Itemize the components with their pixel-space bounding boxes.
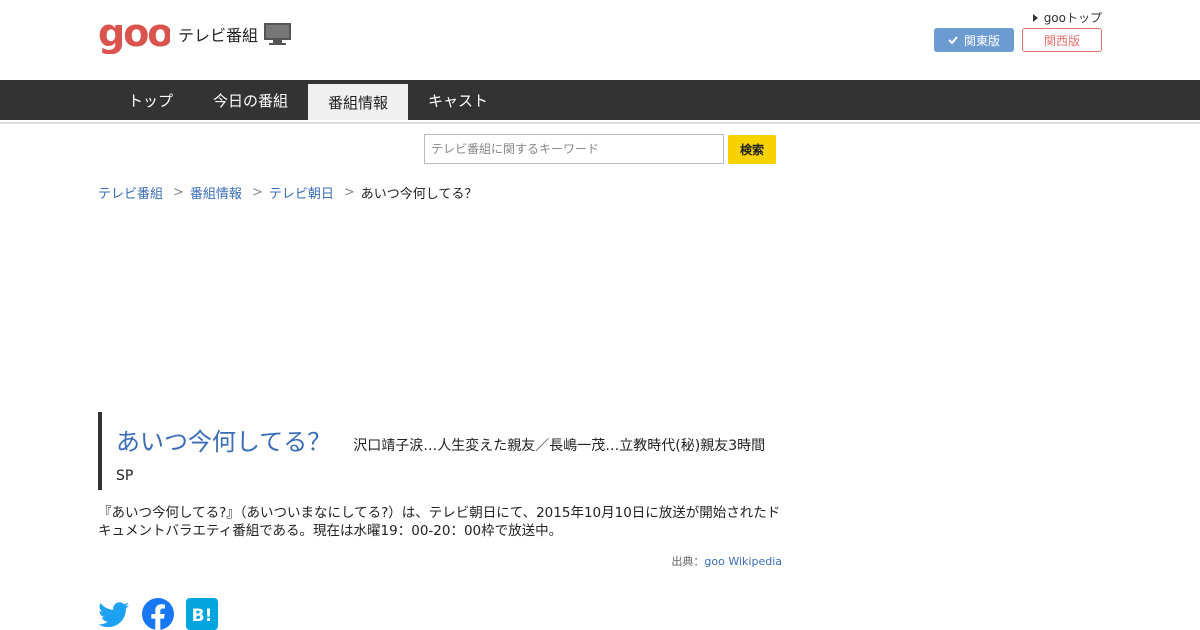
region-kanto-label: 関東版 <box>963 33 1000 48</box>
goo-logo[interactable]: goo <box>98 14 170 54</box>
breadcrumb-separator: > <box>173 185 184 200</box>
tab-top[interactable]: トップ <box>108 80 193 120</box>
tab-program-info[interactable]: 番組情報 <box>308 84 409 120</box>
site-name[interactable]: テレビ番組 <box>178 22 258 46</box>
search-bar: 検索 <box>424 134 776 164</box>
breadcrumb-program-info[interactable]: 番組情報 <box>190 183 242 202</box>
search-button[interactable]: 検索 <box>728 135 776 164</box>
svg-text:B!: B! <box>192 606 213 626</box>
breadcrumb-current: あいつ今何してる？ <box>360 187 478 202</box>
region-kansai-label: 関西版 <box>1043 33 1080 48</box>
hatena-bookmark-icon[interactable]: B! <box>186 598 218 630</box>
program-title-block: あいつ今何してる？ 沢口靖子涙…人生変えた親友／長嶋一茂…立教時代(秘)親友3時間… <box>98 412 782 490</box>
goo-top-label: gooトップ <box>1043 11 1102 25</box>
svg-text:goo: goo <box>98 14 170 54</box>
source-credit: 出典：goo Wikipedia <box>671 553 782 569</box>
goo-top-link[interactable]: gooトップ <box>1032 9 1102 26</box>
source-link[interactable]: goo Wikipedia <box>704 555 782 568</box>
tab-today[interactable]: 今日の番組 <box>193 80 308 120</box>
breadcrumb-separator: > <box>251 185 263 200</box>
nav-divider <box>0 122 1200 124</box>
header: goo テレビ番組 gooトップ 関東版 関西版 <box>0 0 1200 80</box>
tab-cast-label: キャスト <box>428 91 489 110</box>
social-share: B! <box>98 598 218 630</box>
tab-top-label: トップ <box>128 91 174 110</box>
facebook-icon[interactable] <box>142 598 174 630</box>
program-description: 『あいつ今何してる?』（あいついまなにしてる?）は、テレビ朝日にて、2015年1… <box>98 505 781 539</box>
tab-cast[interactable]: キャスト <box>408 80 508 120</box>
breadcrumb-tv-asahi[interactable]: テレビ朝日 <box>269 183 334 202</box>
tab-today-label: 今日の番組 <box>213 91 289 110</box>
program-title: あいつ今何してる？ <box>116 428 332 456</box>
region-kanto-button[interactable]: 関東版 <box>934 28 1014 52</box>
tab-program-info-label: 番組情報 <box>328 93 389 112</box>
tv-icon <box>264 23 291 45</box>
region-kansai-button[interactable]: 関西版 <box>1022 28 1102 52</box>
check-icon <box>948 36 958 45</box>
twitter-icon[interactable] <box>98 598 130 630</box>
breadcrumb-tv-program[interactable]: テレビ番組 <box>98 183 163 202</box>
search-input[interactable] <box>424 134 724 164</box>
main-nav: トップ 今日の番組 番組情報 キャスト <box>0 80 1200 120</box>
breadcrumb-separator: > <box>343 185 355 200</box>
source-prefix: 出典： <box>671 555 705 568</box>
breadcrumb: テレビ番組 > 番組情報 > テレビ朝日 > あいつ今何してる？ <box>98 183 477 202</box>
triangle-right-icon <box>1032 13 1038 22</box>
